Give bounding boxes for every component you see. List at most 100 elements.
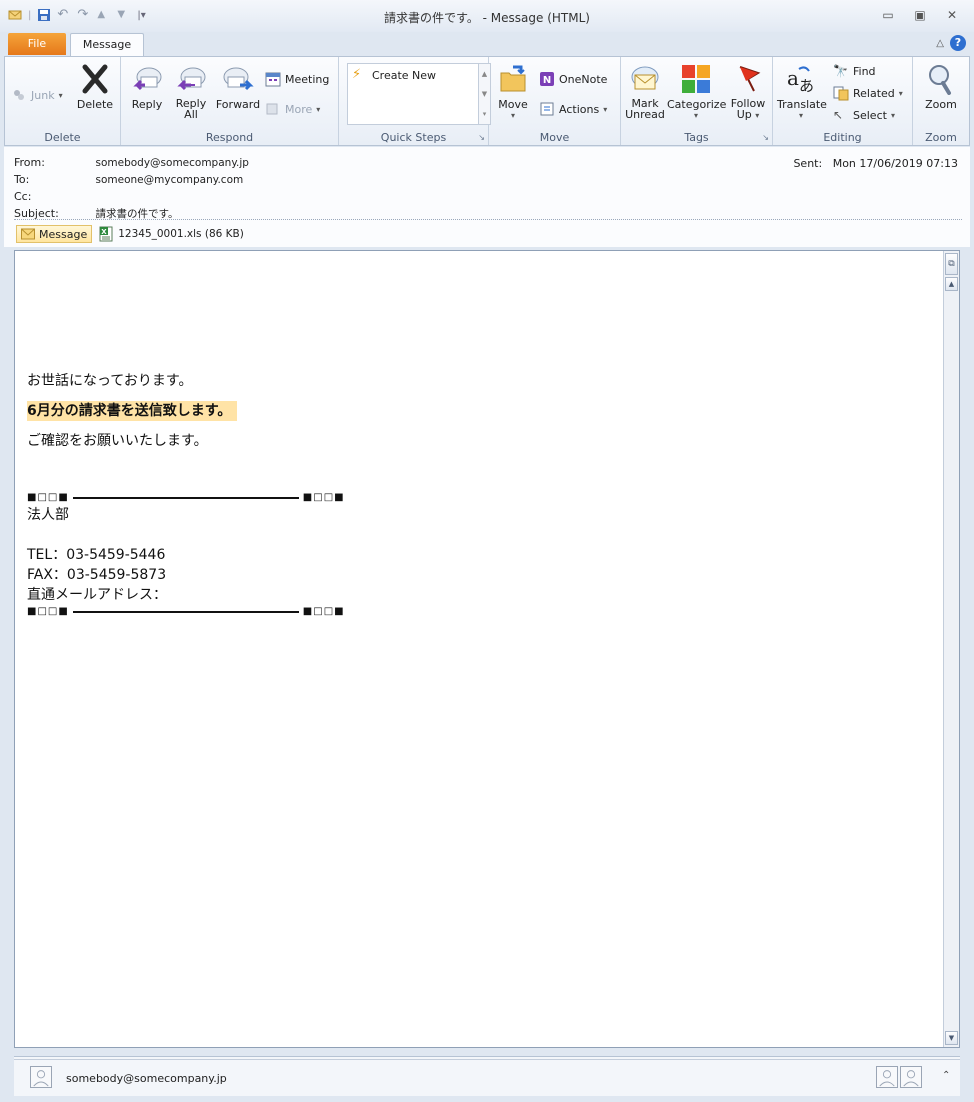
- magnifier-icon: [929, 65, 951, 95]
- collapse-ribbon-icon[interactable]: △: [936, 38, 944, 49]
- svg-text:a: a: [787, 66, 799, 90]
- translate-icon: aあ: [787, 66, 814, 95]
- xls-attachment[interactable]: X 12345_0001.xls (86 KB): [96, 225, 246, 243]
- cc-row: Cc:: [14, 190, 32, 203]
- flag-icon: [739, 66, 761, 92]
- related-icon: [833, 86, 849, 101]
- group-label-quick-steps: Quick Steps: [380, 131, 447, 144]
- follow-up-button[interactable]: Follow Up ▾: [727, 63, 769, 121]
- message-body[interactable]: お世話になっております。 6月分の請求書を送信致します。 ご確認をお願いいたしま…: [14, 250, 960, 1048]
- person-avatar-icon[interactable]: [876, 1066, 898, 1088]
- meeting-button[interactable]: Meeting: [265, 71, 329, 87]
- vertical-scrollbar[interactable]: ⧉ ▲ ▼: [943, 251, 959, 1047]
- dialog-launcher-icon[interactable]: ↘: [762, 133, 769, 142]
- ribbon-tabs: File Message △ ?: [0, 32, 974, 56]
- cursor-icon: ↖: [833, 108, 844, 122]
- group-label-move: Move: [539, 131, 570, 144]
- delete-x-icon: [82, 64, 108, 94]
- envelope-icon: [21, 228, 35, 240]
- expand-people-pane-icon[interactable]: ⌃: [942, 1070, 950, 1081]
- more-button[interactable]: More ▾: [265, 101, 320, 117]
- title-bar: | ↶ ↷ ▲ ▼ |▾ 請求書の件です。 - Message (HTML) ▭…: [0, 0, 974, 32]
- svg-text:N: N: [543, 75, 551, 86]
- group-label-delete: Delete: [44, 131, 81, 144]
- group-label-respond: Respond: [205, 131, 254, 144]
- move-button[interactable]: Move ▾: [495, 63, 531, 120]
- message-header: From: somebody@somecompany.jp To: someon…: [4, 147, 970, 247]
- greeting-text: お世話になっております。: [27, 373, 193, 389]
- categorize-button[interactable]: Categorize ▾: [667, 63, 726, 120]
- group-label-editing: Editing: [823, 131, 862, 144]
- calendar-icon: [265, 72, 281, 87]
- group-zoom: Zoom Zoom: [913, 57, 969, 145]
- reply-all-icon: [177, 67, 206, 91]
- reply-all-button[interactable]: Reply All: [171, 63, 211, 120]
- svg-text:あ: あ: [799, 77, 814, 95]
- ribbon: Junk ▾ Delete Delete Reply Reply All Forw…: [4, 56, 970, 146]
- lightning-icon: ⚡: [352, 67, 362, 82]
- attachment-bar: Message X 12345_0001.xls (86 KB): [16, 225, 246, 243]
- restore-button[interactable]: ▣: [906, 6, 934, 24]
- minimize-button[interactable]: ▭: [874, 6, 902, 24]
- group-tags: Mark Unread Categorize ▾ Follow Up ▾ Tag…: [621, 57, 773, 145]
- sent-info: Sent: Mon 17/06/2019 07:13: [793, 157, 958, 170]
- split-view-icon[interactable]: ⧉: [945, 253, 958, 275]
- forward-icon: [223, 67, 254, 91]
- group-respond: Reply Reply All Forward Meeting More ▾ Re…: [121, 57, 339, 145]
- signature-bottom-rule: ■□□■ ■□□■: [27, 606, 345, 617]
- forward-button[interactable]: Forward: [215, 63, 261, 111]
- person-avatar-icon[interactable]: [900, 1066, 922, 1088]
- delete-button[interactable]: Delete: [75, 63, 115, 111]
- group-label-zoom: Zoom: [925, 131, 957, 144]
- highlighted-text: 6月分の請求書を送信致します。: [27, 401, 238, 421]
- group-quick-steps: ⚡ Create New ▲ ▼ ▾ Quick Steps ↘: [339, 57, 491, 145]
- window-controls: ▭ ▣ ✕: [874, 6, 966, 24]
- junk-button[interactable]: Junk ▾: [11, 87, 63, 103]
- reply-button[interactable]: Reply: [127, 63, 167, 111]
- onenote-icon: N: [540, 72, 554, 86]
- signature-mail: 直通メールアドレス：: [27, 587, 167, 603]
- from-value[interactable]: somebody@somecompany.jp: [96, 157, 249, 169]
- related-button[interactable]: Related ▾: [833, 85, 903, 101]
- close-button[interactable]: ✕: [938, 6, 966, 24]
- group-move: Move ▾ N OneNote Actions ▾ Move: [489, 57, 621, 145]
- scroll-down-button[interactable]: ▼: [945, 1031, 958, 1045]
- signature-tel: TEL：03-5459-5446: [27, 547, 166, 563]
- confirm-text: ご確認をお願いいたします。: [27, 433, 208, 449]
- sent-value: Mon 17/06/2019 07:13: [832, 157, 958, 170]
- reply-icon: [133, 67, 162, 91]
- group-editing: aあ Translate ▾ 🔭 Find Related ▾ ↖ Select ▾…: [773, 57, 913, 145]
- actions-icon: [540, 102, 554, 116]
- people-pane-name[interactable]: somebody@somecompany.jp: [66, 1072, 227, 1085]
- body-content: お世話になっております。 6月分の請求書を送信致します。 ご確認をお願いいたしま…: [27, 371, 345, 619]
- dialog-launcher-icon[interactable]: ↘: [478, 133, 485, 142]
- mark-unread-button[interactable]: Mark Unread: [623, 63, 667, 120]
- scroll-up-button[interactable]: ▲: [945, 277, 958, 291]
- message-attachment-tab[interactable]: Message: [16, 225, 93, 243]
- mark-unread-icon: [631, 66, 659, 90]
- find-button[interactable]: 🔭 Find: [833, 63, 876, 79]
- to-row: To: someone@mycompany.com: [14, 173, 244, 186]
- to-value[interactable]: someone@mycompany.com: [96, 174, 244, 186]
- onenote-button[interactable]: N OneNote: [539, 71, 607, 87]
- more-icon: [266, 103, 278, 115]
- help-icon[interactable]: ?: [950, 35, 966, 51]
- signature-dept: 法人部: [27, 507, 69, 523]
- create-new-quick-step[interactable]: ⚡ Create New: [352, 67, 436, 83]
- quick-steps-gallery[interactable]: ⚡ Create New: [347, 63, 479, 125]
- select-button[interactable]: ↖ Select ▾: [833, 107, 895, 123]
- translate-button[interactable]: aあ Translate ▾: [777, 63, 827, 120]
- group-label-tags: Tags: [684, 131, 709, 144]
- zoom-button[interactable]: Zoom: [921, 63, 961, 111]
- binoculars-icon: 🔭: [833, 64, 848, 78]
- excel-file-icon: X: [99, 226, 113, 242]
- folder-move-icon: [500, 65, 526, 92]
- group-delete: Junk ▾ Delete Delete: [5, 57, 121, 145]
- signature-top-rule: ■□□■ ■□□■: [27, 492, 345, 503]
- tab-file[interactable]: File: [8, 33, 66, 55]
- person-avatar-icon[interactable]: [30, 1066, 52, 1088]
- actions-button[interactable]: Actions ▾: [539, 101, 607, 117]
- svg-text:X: X: [102, 228, 108, 236]
- window-title: 請求書の件です。 - Message (HTML): [384, 11, 590, 25]
- tab-message[interactable]: Message: [70, 33, 144, 56]
